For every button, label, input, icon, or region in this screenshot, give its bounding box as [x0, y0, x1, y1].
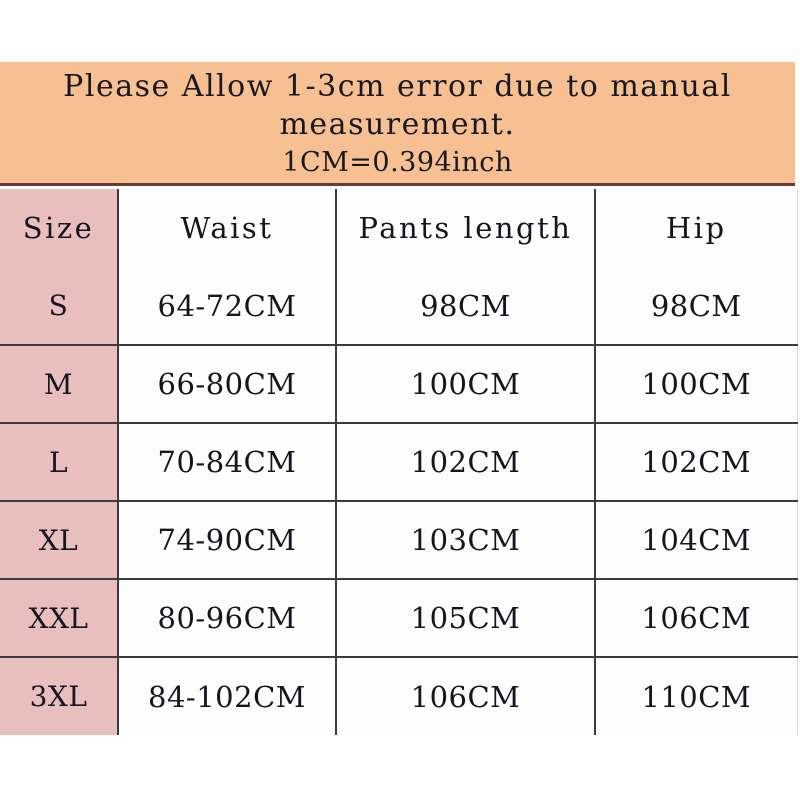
cell-hip: 100CM	[595, 345, 798, 424]
notice-line-secondary: measurement.	[279, 107, 516, 142]
cell-waist: 66-80CM	[118, 345, 337, 424]
cell-hip: 102CM	[595, 423, 798, 502]
cell-pants-length: 106CM	[336, 657, 596, 735]
cell-waist: 70-84CM	[118, 423, 337, 502]
cell-waist: 64-72CM	[118, 267, 337, 346]
cell-waist: 74-90CM	[118, 501, 337, 580]
cell-pants-length: 100CM	[336, 345, 596, 424]
cell-hip: 104CM	[595, 501, 798, 580]
cell-size: S	[0, 267, 119, 346]
size-chart-table: Size Waist Pants length Hip S 64-72CM 98…	[0, 189, 798, 735]
column-header-pants-length: Pants length	[336, 189, 596, 267]
size-chart-page: Please Allow 1-3cm error due to manual m…	[0, 0, 800, 800]
unit-conversion-note: 1CM=0.394inch	[282, 147, 513, 178]
cell-hip: 106CM	[595, 579, 798, 658]
cell-hip: 110CM	[595, 657, 798, 735]
cell-pants-length: 98CM	[336, 267, 596, 346]
cell-waist: 80-96CM	[118, 579, 337, 658]
cell-size: XXL	[0, 579, 119, 658]
cell-size: M	[0, 345, 119, 424]
cell-pants-length: 103CM	[336, 501, 596, 580]
cell-waist: 84-102CM	[118, 657, 337, 735]
column-header-waist: Waist	[118, 189, 337, 267]
cell-hip: 98CM	[595, 267, 798, 346]
table-row: L 70-84CM 102CM 102CM	[0, 423, 798, 502]
cell-size: 3XL	[0, 657, 119, 735]
table-row: M 66-80CM 100CM 100CM	[0, 345, 798, 424]
cell-pants-length: 102CM	[336, 423, 596, 502]
cell-size: L	[0, 423, 119, 502]
table-row: XXL 80-96CM 105CM 106CM	[0, 579, 798, 658]
table-row: XL 74-90CM 103CM 104CM	[0, 501, 798, 580]
column-header-hip: Hip	[595, 189, 798, 267]
cell-pants-length: 105CM	[336, 579, 596, 658]
table-row: 3XL 84-102CM 106CM 110CM	[0, 657, 798, 735]
table-row: S 64-72CM 98CM 98CM	[0, 267, 798, 346]
column-header-size: Size	[0, 189, 119, 267]
table-header-row: Size Waist Pants length Hip	[0, 189, 798, 267]
cell-size: XL	[0, 501, 119, 580]
notice-line-primary: Please Allow 1-3cm error due to manual	[63, 69, 732, 104]
measurement-notice-banner: Please Allow 1-3cm error due to manual m…	[0, 62, 795, 186]
